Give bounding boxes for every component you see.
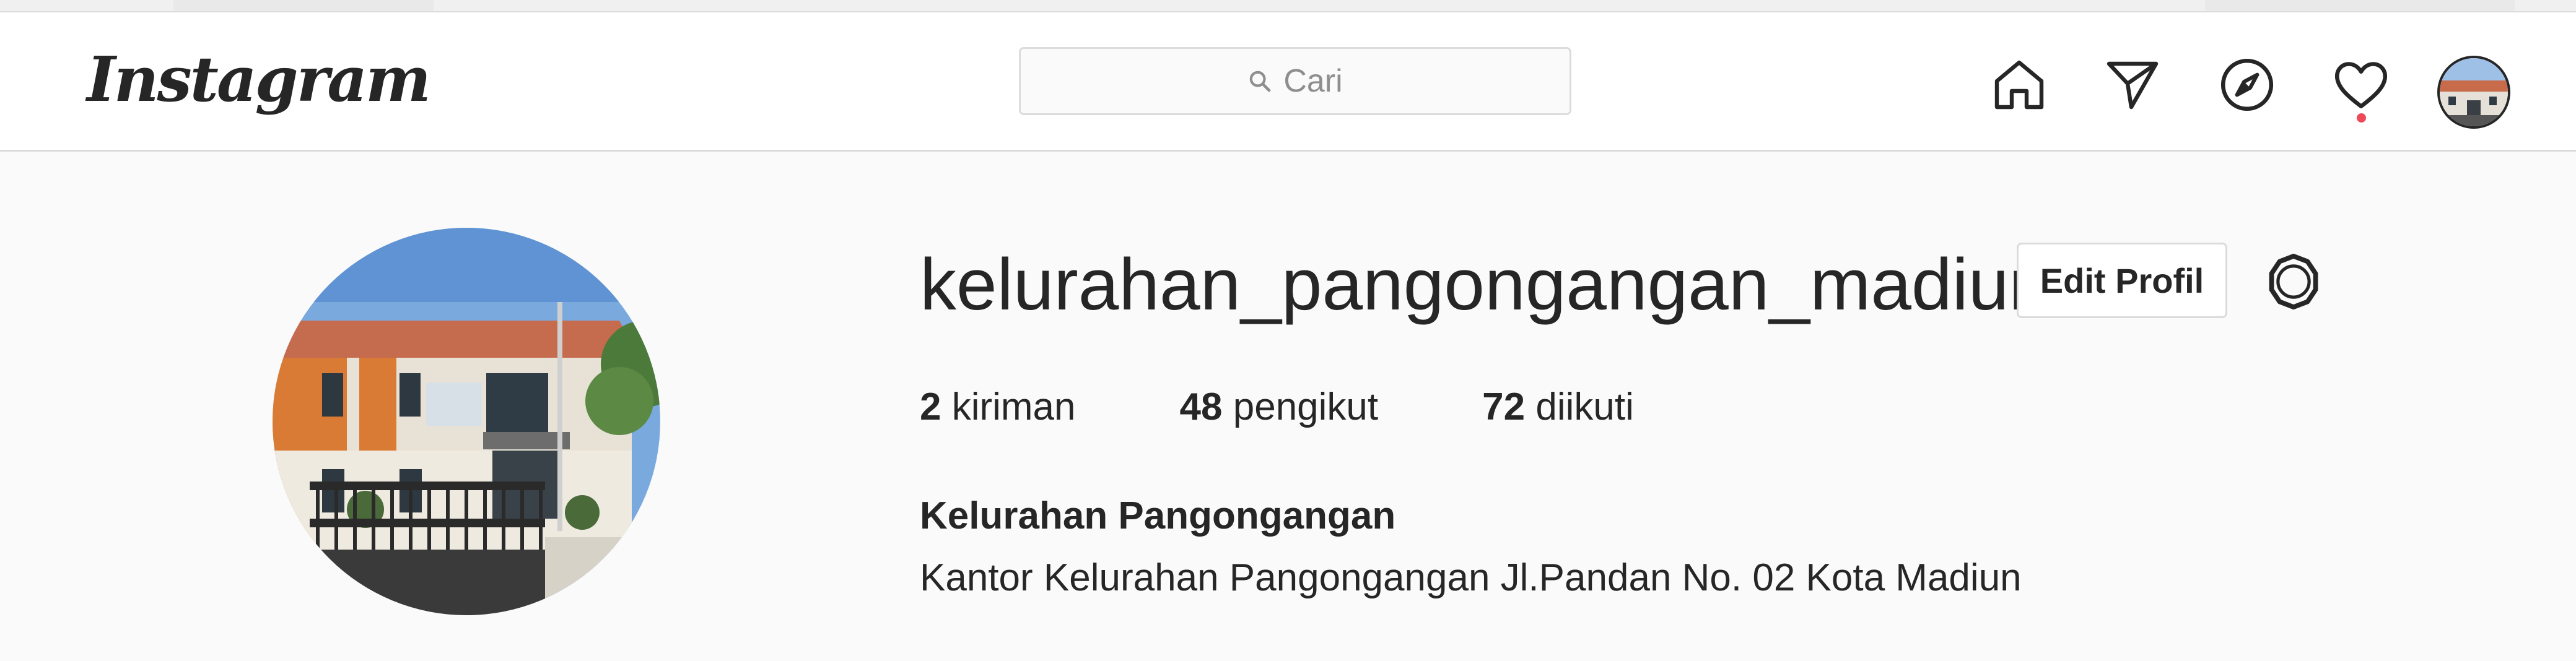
browser-tab-strip-segment: [173, 0, 434, 11]
notification-dot: [2357, 113, 2366, 123]
browser-tab-strip-segment: [2205, 0, 2515, 11]
followers-label: pengikut: [1233, 386, 1379, 428]
posts-count: 2: [920, 386, 941, 428]
profile-username: kelurahan_pangongangan_madiun: [920, 244, 2050, 326]
following-count: 72: [1482, 386, 1526, 428]
profile-picture[interactable]: [273, 228, 660, 615]
posts-label: kiriman: [951, 386, 1076, 428]
followers-count: 48: [1179, 386, 1223, 428]
followers-stat[interactable]: 48 pengikut: [1180, 385, 1379, 429]
profile-full-name: Kelurahan Pangongangan: [920, 495, 1396, 537]
explore-compass-icon[interactable]: [2213, 51, 2281, 119]
activity-heart-icon[interactable]: [2327, 51, 2395, 119]
top-navigation-bar: Instagram Cari: [0, 12, 2576, 152]
browser-top-strip: [0, 0, 2576, 12]
direct-message-icon[interactable]: [2098, 51, 2167, 119]
search-input[interactable]: Cari: [1019, 47, 1571, 115]
search-placeholder: Cari: [1283, 63, 1343, 99]
edit-profile-button[interactable]: Edit Profil: [2017, 243, 2227, 318]
profile-bio: Kantor Kelurahan Pangongangan Jl.Pandan …: [920, 556, 2022, 599]
following-label: diikuti: [1535, 386, 1634, 428]
following-stat[interactable]: 72 diikuti: [1482, 385, 1634, 429]
settings-gear-icon[interactable]: [2259, 248, 2328, 316]
posts-stat[interactable]: 2 kiriman: [920, 385, 1076, 429]
profile-avatar[interactable]: [2437, 56, 2510, 129]
profile-stats: 2 kiriman 48 pengikut 72 diikuti: [920, 385, 1634, 429]
instagram-logo[interactable]: Instagram: [87, 48, 431, 110]
search-icon: [1250, 71, 1271, 92]
home-icon[interactable]: [1985, 51, 2053, 119]
